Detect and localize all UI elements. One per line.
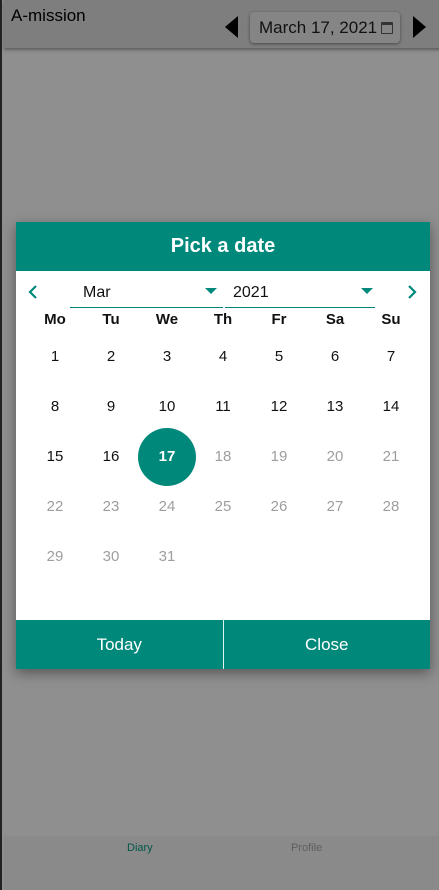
calendar-day[interactable]: 26 — [251, 487, 307, 527]
calendar-day[interactable]: 23 — [83, 487, 139, 527]
app-bar: A-mission March 17, 2021 — [4, 0, 439, 48]
calendar-day[interactable]: 22 — [27, 487, 83, 527]
weekday-label: Tu — [102, 311, 120, 328]
calendar-day[interactable]: 28 — [363, 487, 419, 527]
month-select[interactable]: Mar — [70, 280, 223, 308]
calendar-day[interactable]: 12 — [251, 387, 307, 427]
date-picker-button[interactable]: March 17, 2021 — [250, 12, 400, 43]
next-day-icon[interactable] — [413, 16, 426, 38]
calendar-day[interactable]: 24 — [139, 487, 195, 527]
calendar-day[interactable]: 6 — [307, 337, 363, 377]
app-title: A-mission — [11, 6, 86, 25]
weekday-label: Sa — [325, 311, 345, 328]
weekday-label: Mo — [44, 311, 66, 328]
date-picker-dialog: Pick a date Mar 2021 Mo Tu We Th Fr Sa Su 1234… — [16, 222, 430, 669]
calendar-day[interactable]: 13 — [307, 387, 363, 427]
weekday-label: Su — [381, 311, 401, 328]
nav-item-diary[interactable]: Diary — [127, 842, 153, 854]
calendar-day[interactable]: 4 — [195, 337, 251, 377]
calendar-day[interactable]: 25 — [195, 487, 251, 527]
previous-month-icon[interactable] — [25, 282, 41, 302]
calendar-day[interactable]: 19 — [251, 437, 307, 477]
month-dropdown-caret-icon — [205, 288, 217, 294]
calendar-day[interactable]: 18 — [195, 437, 251, 477]
calendar-day[interactable]: 20 — [307, 437, 363, 477]
today-button[interactable]: Today — [16, 620, 223, 669]
current-date-label: March 17, 2021 — [259, 17, 378, 37]
calendar-day[interactable]: 1 — [27, 337, 83, 377]
calendar-day[interactable]: 9 — [83, 387, 139, 427]
calendar-day[interactable]: 16 — [83, 437, 139, 477]
month-select-value: Mar — [83, 284, 111, 301]
year-dropdown-caret-icon — [361, 288, 373, 294]
year-select-value: 2021 — [233, 284, 269, 301]
calendar-day[interactable]: 15 — [27, 437, 83, 477]
dialog-title: Pick a date — [16, 222, 430, 271]
previous-day-icon[interactable] — [225, 16, 238, 38]
weekday-label: Th — [213, 311, 233, 328]
calendar-day[interactable]: 10 — [139, 387, 195, 427]
calendar-day[interactable]: 3 — [139, 337, 195, 377]
calendar-day[interactable]: 11 — [195, 387, 251, 427]
calendar-day[interactable]: 29 — [27, 537, 83, 577]
calendar-day[interactable]: 27 — [307, 487, 363, 527]
weekday-label: We — [155, 311, 179, 328]
calendar-day-selected[interactable]: 17 — [138, 428, 196, 486]
next-month-icon[interactable] — [404, 282, 420, 302]
calendar-icon — [381, 21, 394, 34]
close-button[interactable]: Close — [224, 620, 431, 669]
calendar-day[interactable]: 14 — [363, 387, 419, 427]
nav-item-profile[interactable]: Profile — [291, 842, 322, 854]
bottom-navigation: Diary Profile — [4, 836, 439, 890]
calendar-day[interactable]: 8 — [27, 387, 83, 427]
calendar-day[interactable]: 30 — [83, 537, 139, 577]
weekday-label: Fr — [271, 311, 287, 328]
dialog-actions: Today Close — [16, 620, 430, 669]
calendar-day[interactable]: 2 — [83, 337, 139, 377]
calendar-day[interactable]: 5 — [251, 337, 307, 377]
year-select[interactable]: 2021 — [225, 280, 375, 308]
calendar-day[interactable]: 31 — [139, 537, 195, 577]
app-screen: A-mission March 17, 2021 Diary Profile P… — [0, 0, 439, 890]
calendar-day[interactable]: 21 — [363, 437, 419, 477]
calendar-day[interactable]: 7 — [363, 337, 419, 377]
